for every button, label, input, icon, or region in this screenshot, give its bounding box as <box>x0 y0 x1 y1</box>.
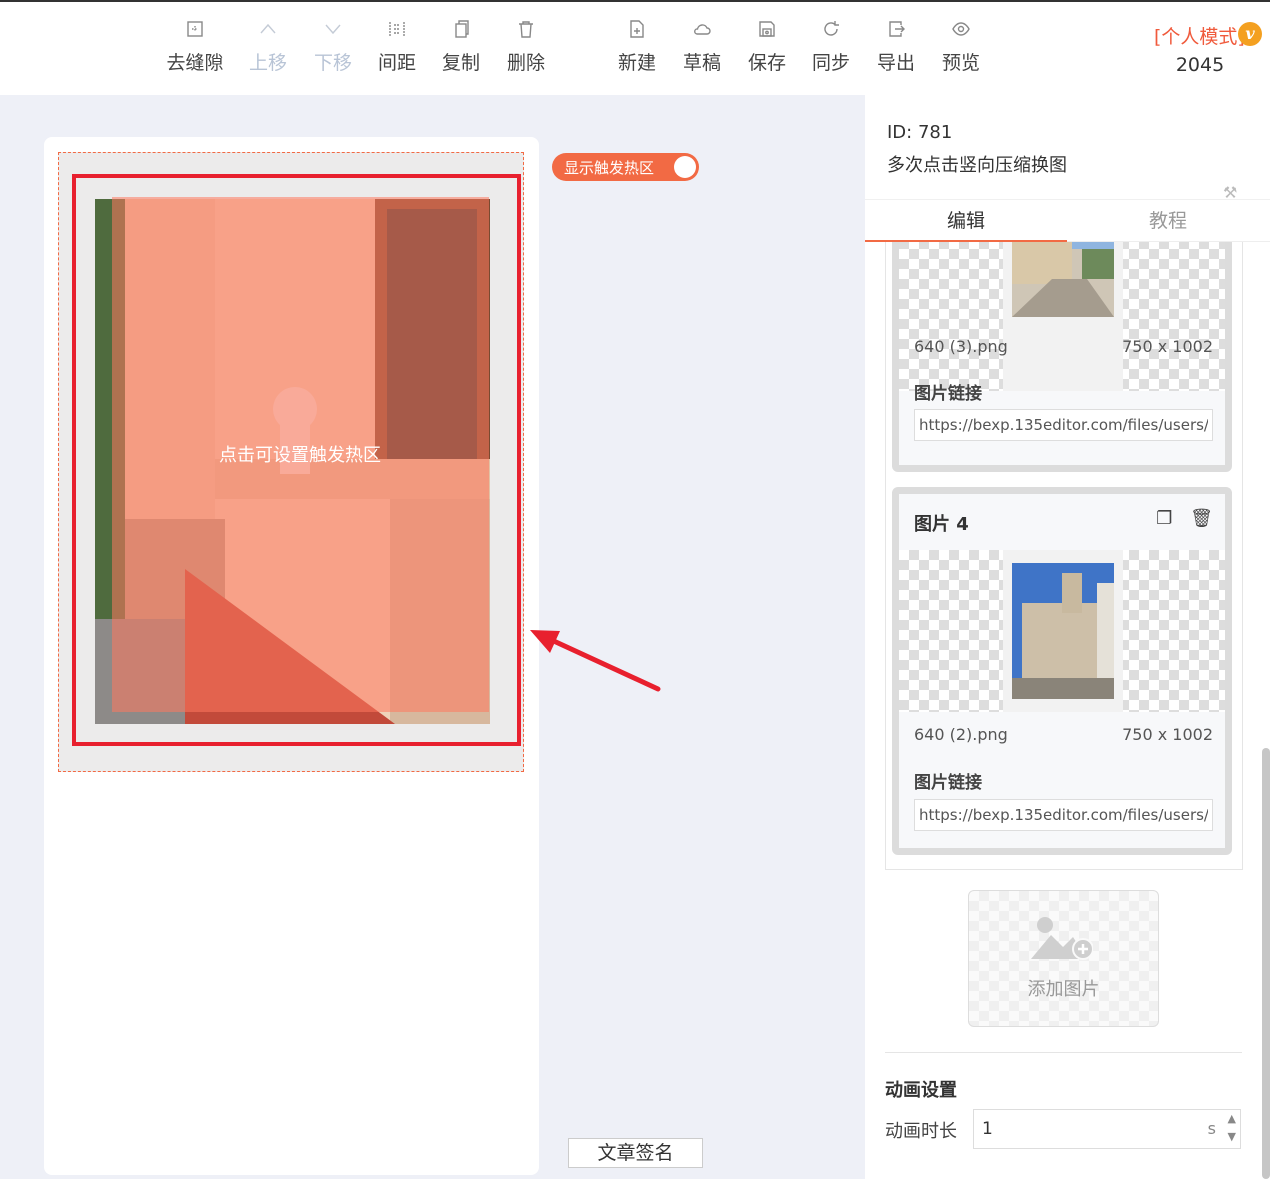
panel-scrollbar[interactable] <box>1262 748 1270 1179</box>
link-label: 图片链接 <box>914 773 982 793</box>
file-size: 750 x 1002 <box>1122 337 1213 356</box>
move-up-button[interactable]: 上移 <box>236 20 300 75</box>
tab-edit[interactable]: 编辑 <box>865 200 1067 242</box>
show-hotzone-toggle[interactable]: 显示触发热区 <box>552 153 699 181</box>
sync-button[interactable]: 同步 <box>799 20 863 75</box>
spacing-button[interactable]: 间距 <box>365 20 429 75</box>
delete-button[interactable]: 删除 <box>494 20 558 75</box>
image-add-icon <box>1031 917 1093 960</box>
article-signature-button[interactable]: 文章签名 <box>568 1138 703 1168</box>
template-name: 多次点击竖向压缩换图 <box>887 155 1067 176</box>
panel-header: ID: 781 多次点击竖向压缩换图 ⚒ <box>865 95 1270 202</box>
trash-icon <box>494 20 558 44</box>
vip-badge-icon: v <box>1238 22 1262 46</box>
hotzone-hint: 点击可设置触发热区 <box>219 445 381 466</box>
new-file-icon <box>605 20 669 44</box>
square-dotted-icon <box>163 20 227 44</box>
settings-panel: ID: 781 多次点击竖向压缩换图 ⚒ 编辑 教程 640 (3).png 7… <box>865 95 1270 1179</box>
file-size: 750 x 1002 <box>1122 725 1213 744</box>
trash-icon[interactable]: 🗑︎ <box>1190 508 1213 529</box>
add-image-button[interactable]: 添加图片 <box>968 890 1159 1027</box>
street-thumbnail[interactable] <box>1012 242 1114 317</box>
palace-thumbnail[interactable] <box>1012 563 1114 699</box>
card-title: 图片 4 <box>914 514 969 535</box>
tab-tutorial[interactable]: 教程 <box>1067 200 1269 242</box>
image-link-input[interactable] <box>914 409 1213 441</box>
copy-icon[interactable]: ❐ <box>1156 508 1172 529</box>
toggle-label: 显示触发热区 <box>564 159 655 177</box>
remove-gap-button[interactable]: 去缝隙 <box>163 20 227 75</box>
add-image-label: 添加图片 <box>1027 979 1100 1000</box>
animation-settings-title: 动画设置 <box>885 1080 957 1101</box>
copy-icon <box>429 20 493 44</box>
image-link-input[interactable] <box>914 799 1213 831</box>
new-button[interactable]: 新建 <box>605 20 669 75</box>
image-list[interactable]: 640 (3).png 750 x 1002 图片链接 图片 4 ❐ 🗑︎ <box>885 242 1243 870</box>
sync-icon <box>799 20 863 44</box>
image-thumbnail-area <box>899 550 1225 712</box>
image-card: 图片 4 ❐ 🗑︎ 640 (2).png 750 x 1002 图片链接 ht… <box>892 487 1232 855</box>
personal-mode-link[interactable]: [个人模式] <box>1154 22 1245 49</box>
preview-button[interactable]: 预览 <box>929 20 993 75</box>
toggle-knob <box>674 156 696 178</box>
move-down-button[interactable]: 下移 <box>301 20 365 75</box>
toolbar: 去缝隙 上移 下移 间距 复制 删除 新建 草稿 保存 同步 导出 预览 [个人… <box>0 0 1270 95</box>
save-icon <box>735 20 799 44</box>
count-value: 2045 <box>1175 54 1225 76</box>
animation-duration-input[interactable]: 1 s ▲ ▼ <box>973 1109 1241 1149</box>
copy-button[interactable]: 复制 <box>429 20 493 75</box>
spacing-icon <box>365 20 429 44</box>
image-thumbnail-area <box>899 242 1225 391</box>
file-name: 640 (2).png <box>914 725 1008 744</box>
chevron-down-icon <box>301 20 365 44</box>
duration-value: 1 <box>982 1119 993 1139</box>
draft-button[interactable]: 草稿 <box>670 20 734 75</box>
link-label: 图片链接 <box>914 384 982 404</box>
image-card: 640 (3).png 750 x 1002 图片链接 <box>892 242 1232 472</box>
save-button[interactable]: 保存 <box>735 20 799 75</box>
divider <box>885 1052 1242 1053</box>
duration-unit: s <box>1207 1119 1216 1138</box>
file-name: 640 (3).png <box>914 337 1008 356</box>
export-icon <box>864 20 928 44</box>
panel-tabs: 编辑 教程 <box>865 200 1270 242</box>
eye-icon <box>929 20 993 44</box>
template-id: ID: 781 <box>887 122 953 143</box>
chevron-up-icon <box>236 20 300 44</box>
cloud-icon <box>670 20 734 44</box>
export-button[interactable]: 导出 <box>864 20 928 75</box>
arrow-annotation-icon <box>530 630 661 692</box>
animation-duration-label: 动画时长 <box>885 1121 957 1142</box>
stepper-icon[interactable]: ▲ ▼ <box>1228 1110 1236 1146</box>
